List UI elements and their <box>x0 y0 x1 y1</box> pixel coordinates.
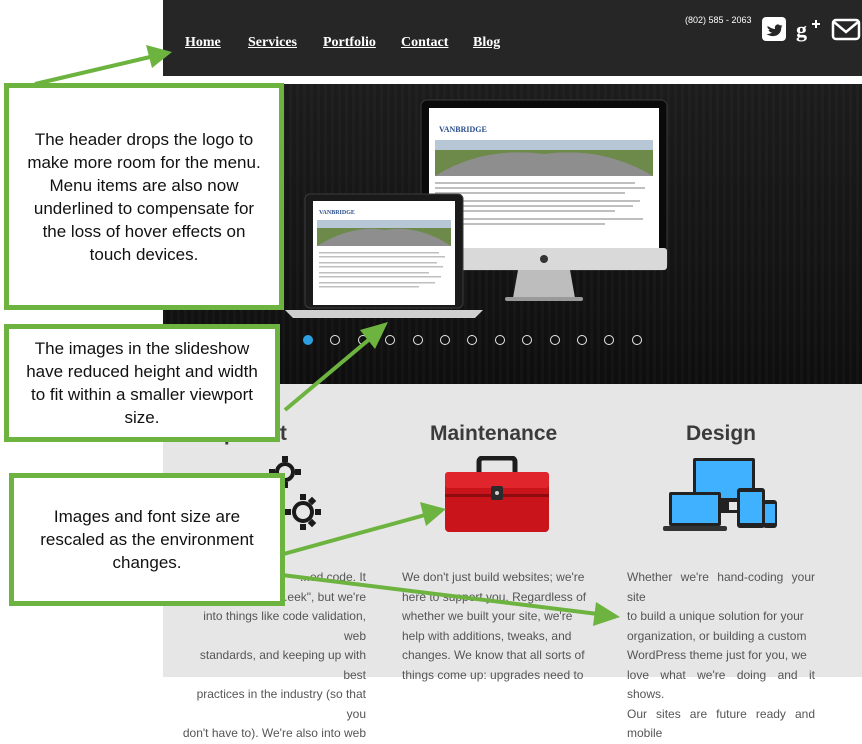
nav-home[interactable]: Home <box>185 35 221 51</box>
slide-dot-6[interactable] <box>440 335 450 345</box>
rescale-annotation: Images and font size are rescaled as the… <box>9 473 285 606</box>
mail-icon[interactable] <box>831 16 861 42</box>
maintenance-text: We don't just build websites; we're here… <box>402 570 587 682</box>
slide-dot-11[interactable] <box>577 335 587 345</box>
slide-dot-10[interactable] <box>549 335 560 345</box>
toolbox-icon <box>445 456 549 532</box>
maintenance-title: Maintenance <box>430 422 558 445</box>
twitter-icon[interactable] <box>761 16 787 42</box>
design-text: Whether we're hand-coding your site to b… <box>627 570 815 740</box>
devices-icon <box>663 458 777 531</box>
nav-portfolio[interactable]: Portfolio <box>323 35 376 51</box>
slide-dot-3[interactable] <box>357 335 368 345</box>
slide-dot-13[interactable] <box>631 335 642 345</box>
nav-blog[interactable]: Blog <box>473 35 500 51</box>
google-plus-icon[interactable]: g <box>796 16 824 42</box>
slide-dot-1[interactable] <box>303 335 313 345</box>
slideshow-annotation: The images in the slideshow have reduced… <box>4 324 280 442</box>
svg-text:VANBRIDGE: VANBRIDGE <box>319 210 355 216</box>
nav-services[interactable]: Services <box>248 35 297 51</box>
slide-dot-5[interactable] <box>412 335 423 345</box>
monitor-brand: VANBRIDGE <box>439 125 487 134</box>
svg-text:g: g <box>796 17 807 42</box>
slide-dot-8[interactable] <box>494 335 505 345</box>
nav-contact[interactable]: Contact <box>401 35 448 51</box>
design-title: Design <box>686 422 757 445</box>
phone-number: (802) 585 - 2063 <box>685 15 752 25</box>
header-annotation: The header drops the logo to make more r… <box>4 83 284 310</box>
site-header: Home Services Portfolio Contact Blog (80… <box>163 0 862 76</box>
